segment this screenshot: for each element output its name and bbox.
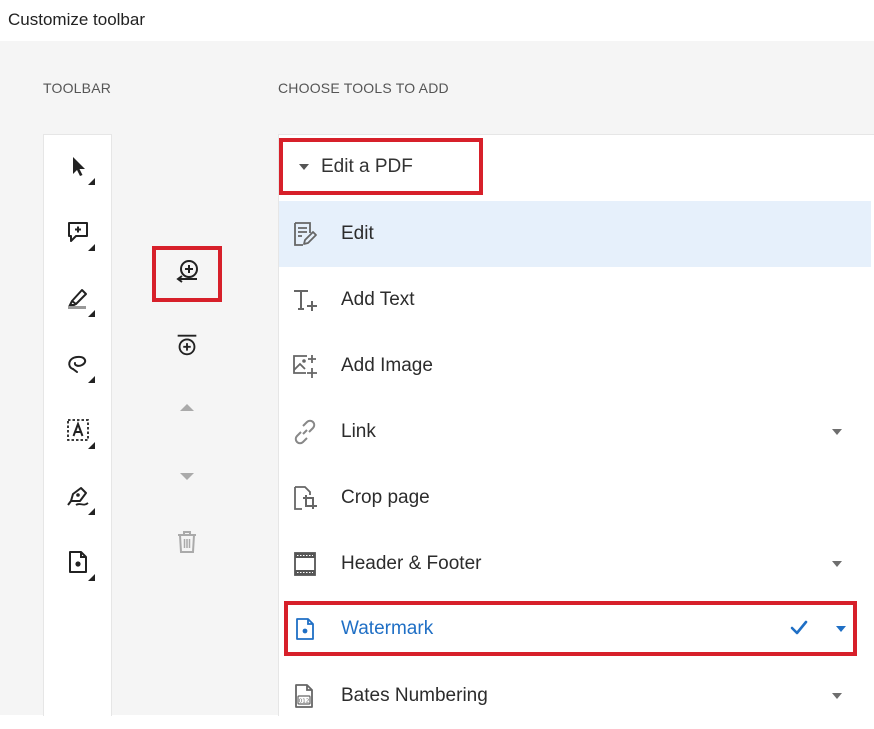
tool-label: Edit [341, 223, 374, 244]
move-down-icon [177, 466, 197, 491]
checkmark-icon [789, 618, 809, 643]
text-field-icon [65, 417, 91, 448]
tool-row-bates-numbering[interactable]: 012 Bates Numbering [279, 663, 871, 729]
comment-icon [65, 219, 91, 250]
lasso-icon [65, 351, 91, 382]
tool-label: Add Image [341, 355, 433, 376]
highlight-icon [65, 285, 91, 316]
link-icon [292, 419, 318, 445]
group-header-edit-pdf[interactable]: Edit a PDF [279, 138, 483, 195]
delete-icon [174, 529, 200, 560]
tools-section-label: CHOOSE TOOLS TO ADD [278, 80, 449, 96]
move-up-icon [177, 398, 197, 423]
crop-icon [292, 485, 318, 511]
tool-label: Bates Numbering [341, 685, 488, 706]
toolbar-item-select[interactable] [44, 135, 111, 201]
tool-row-edit[interactable]: Edit [279, 201, 871, 267]
header-footer-icon [292, 551, 318, 577]
toolbar-item-text-field[interactable] [44, 399, 111, 465]
svg-text:012: 012 [299, 699, 310, 705]
watermark-icon [292, 616, 318, 642]
toolbar-item-lasso[interactable] [44, 333, 111, 399]
tool-label: Link [341, 421, 376, 442]
toolbar-item-watermark[interactable] [44, 531, 111, 597]
window-title: Customize toolbar [8, 10, 146, 29]
add-to-toolbar-button[interactable] [152, 246, 222, 302]
tool-label: Watermark [341, 617, 434, 639]
tool-row-add-text[interactable]: Add Text [279, 267, 871, 333]
tool-label: Header & Footer [341, 553, 482, 574]
chevron-down-icon[interactable] [832, 693, 842, 699]
chevron-down-icon[interactable] [836, 626, 846, 632]
expand-triangle-icon [299, 163, 309, 170]
toolbar-item-sign[interactable] [44, 465, 111, 531]
add-divider-button[interactable] [152, 319, 222, 375]
tool-row-link[interactable]: Link [279, 399, 871, 465]
chevron-down-icon[interactable] [832, 561, 842, 567]
edit-icon [292, 221, 318, 247]
tool-row-crop-page[interactable]: Crop page [279, 465, 871, 531]
move-up-button[interactable] [152, 382, 222, 438]
add-divider-icon [173, 331, 201, 364]
add-to-toolbar-icon [172, 257, 202, 292]
sign-icon [65, 483, 91, 514]
bates-numbering-icon: 012 [292, 683, 318, 709]
add-image-icon [292, 353, 318, 379]
tool-row-add-image[interactable]: Add Image [279, 333, 871, 399]
tool-row-watermark[interactable]: Watermark [284, 601, 857, 656]
chevron-down-icon[interactable] [832, 429, 842, 435]
group-header-label: Edit a PDF [321, 155, 413, 177]
delete-button[interactable] [152, 516, 222, 572]
watermark-icon [65, 549, 91, 580]
toolbar-item-highlight[interactable] [44, 267, 111, 333]
move-down-button[interactable] [152, 450, 222, 506]
tool-row-header-footer[interactable]: Header & Footer [279, 531, 871, 597]
tool-label: Crop page [341, 487, 430, 508]
add-text-icon [292, 287, 318, 313]
toolbar-section-label: TOOLBAR [43, 80, 112, 96]
tool-label: Add Text [341, 289, 415, 310]
toolbar-item-comment[interactable] [44, 201, 111, 267]
select-icon [65, 153, 91, 184]
tools-list: Edit a PDF Edit Add Text Add Image Link … [278, 134, 874, 716]
toolbar-list [43, 134, 112, 716]
